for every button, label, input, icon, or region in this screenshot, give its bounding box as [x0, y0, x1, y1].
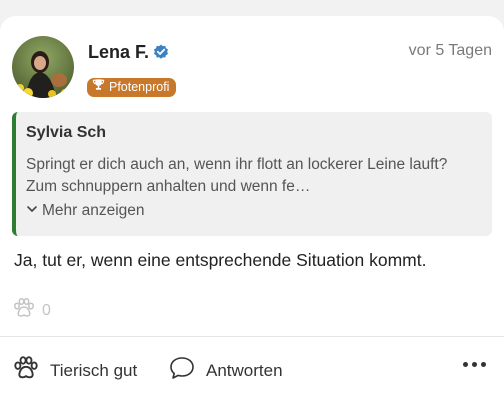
avatar[interactable] [12, 36, 74, 98]
show-more-label: Mehr anzeigen [42, 202, 145, 219]
paw-icon [12, 296, 36, 325]
author-name[interactable]: Lena F. [88, 42, 149, 63]
comment-text: Ja, tut er, wenn eine entsprechende Situ… [14, 250, 427, 270]
paw-icon [12, 354, 40, 387]
quote-text: Springt er dich auch an, wenn ihr flott … [26, 156, 448, 195]
user-badge: Pfotenprofi [87, 78, 177, 97]
more-dots-icon [481, 362, 486, 367]
verified-check-icon [153, 44, 169, 60]
trophy-icon [92, 78, 105, 97]
timestamp: vor 5 Tagen [408, 42, 492, 59]
quote-author: Sylvia Sch [26, 124, 107, 141]
quoted-comment[interactable]: Sylvia Sch Springt er dich auch an, wenn… [12, 112, 492, 236]
reply-label: Antworten [206, 360, 283, 380]
comment-header: Lena F. Pfotenprofi vor 5 Tagen [12, 36, 492, 100]
reaction-count: 0 [42, 301, 51, 319]
like-button[interactable]: Tierisch gut [12, 354, 137, 387]
badge-label: Pfotenprofi [109, 80, 170, 94]
speech-bubble-icon [168, 354, 196, 387]
action-bar: Tierisch gut Antworten [0, 336, 504, 400]
more-dots-icon [463, 362, 468, 367]
reaction-summary[interactable]: 0 [12, 296, 51, 325]
chevron-down-icon [26, 202, 38, 220]
like-label: Tierisch gut [50, 360, 138, 380]
reply-button[interactable]: Antworten [168, 354, 283, 387]
more-options-button[interactable] [463, 362, 486, 367]
show-more-button[interactable]: Mehr anzeigen [26, 202, 145, 220]
comment-card: Lena F. Pfotenprofi vor 5 Tagen Sylvia S… [0, 16, 504, 400]
more-dots-icon [472, 362, 477, 367]
